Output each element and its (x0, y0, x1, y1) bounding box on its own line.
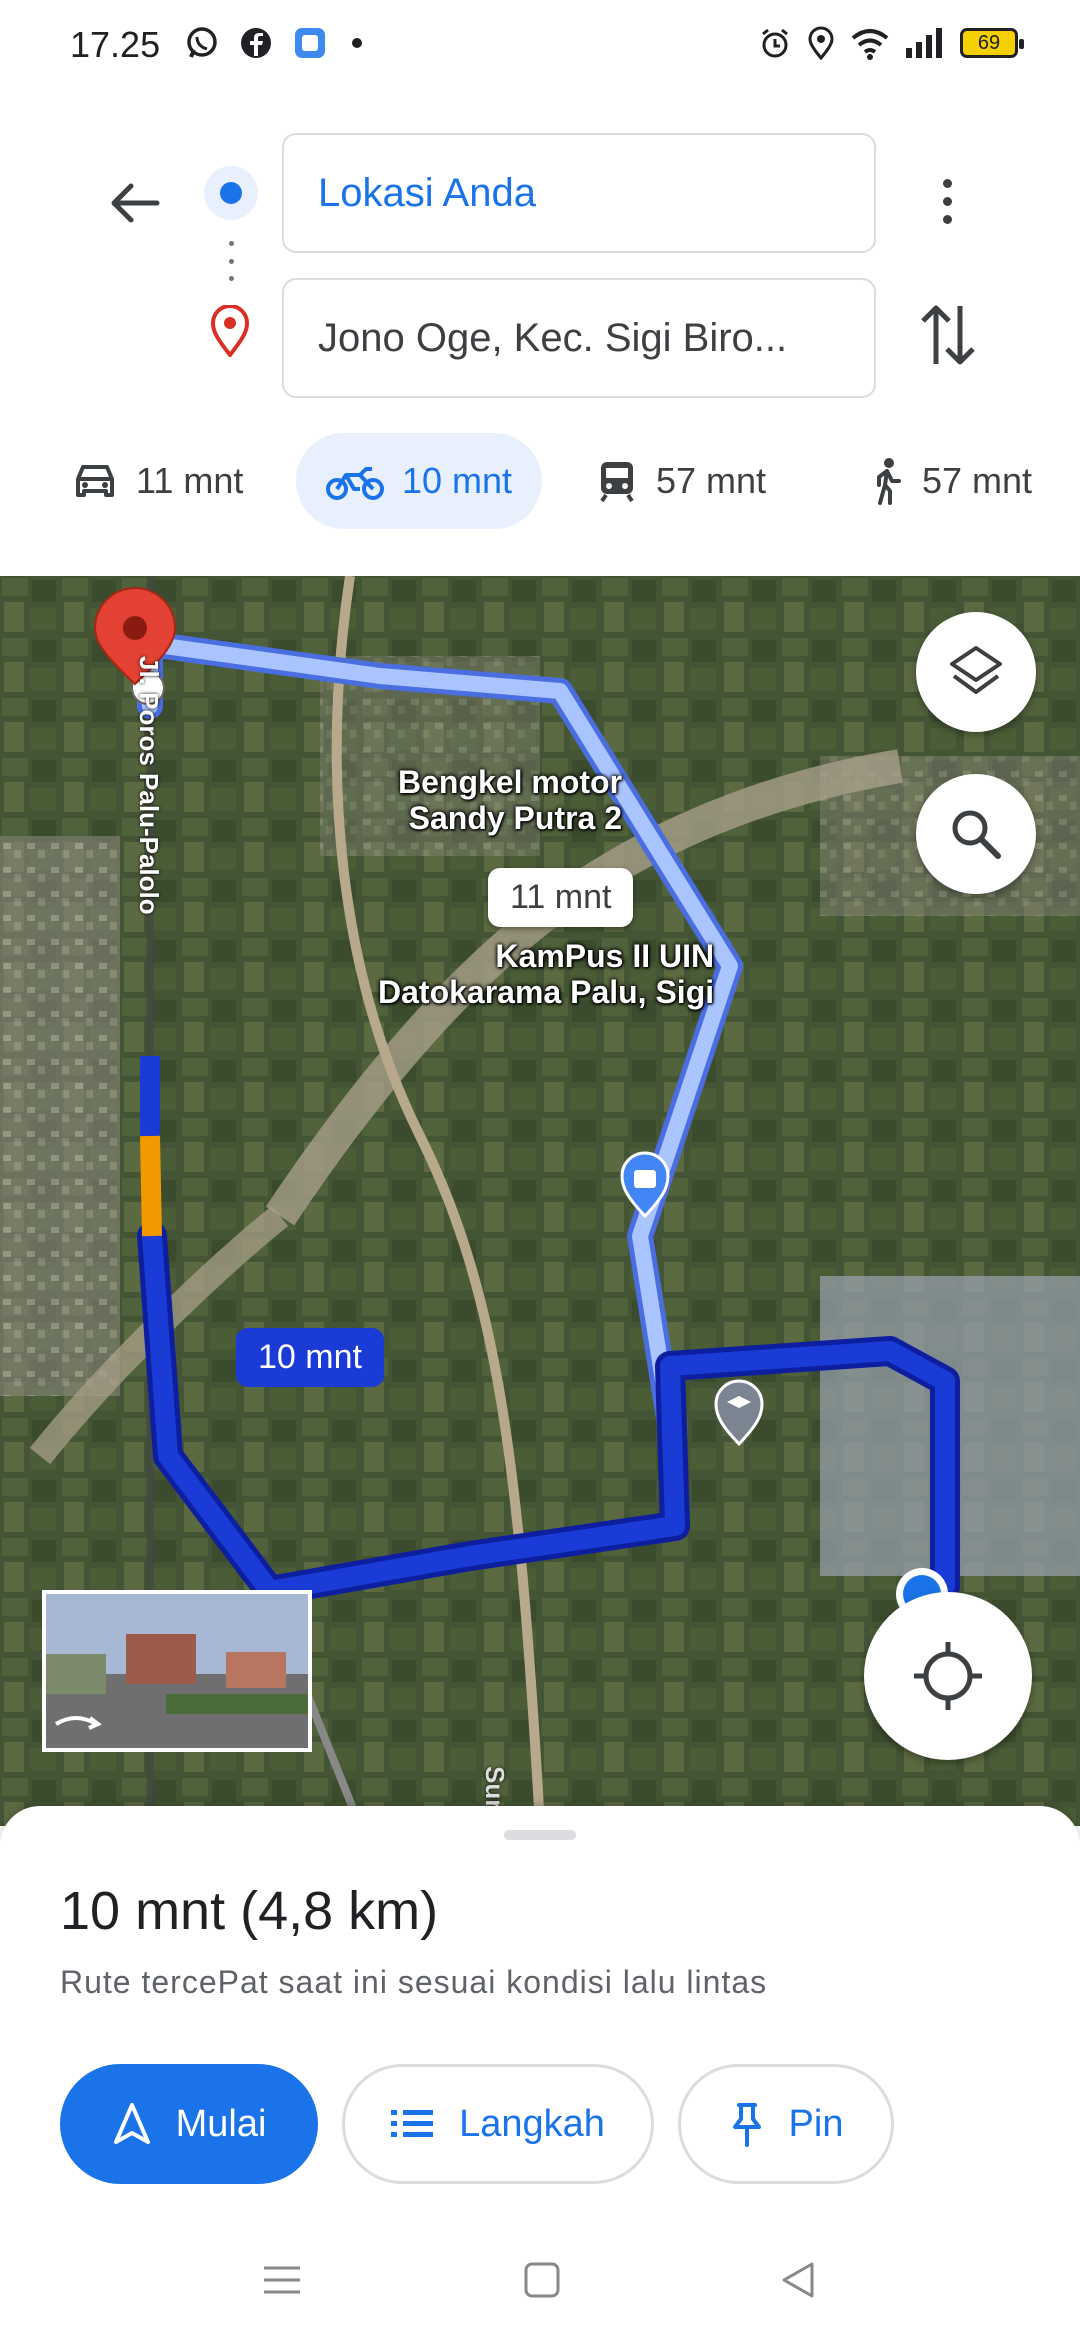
alternative-route-label[interactable]: 11 mnt (488, 868, 634, 927)
navigation-arrow-icon (113, 2103, 150, 2144)
whatsapp-icon (187, 27, 217, 58)
nav-menu-button[interactable] (262, 2260, 302, 2305)
destination-pin-icon (208, 304, 252, 362)
start-button[interactable]: Mulai (60, 2064, 318, 2184)
notification-icons (185, 26, 367, 60)
search-icon (952, 810, 1001, 859)
road-label: Jl. Poros Palu-Palolo (134, 656, 164, 915)
battery-icon: 69 (960, 28, 1024, 58)
origin-dot-icon (204, 166, 258, 220)
signal-icon (906, 28, 942, 58)
back-triangle-icon (782, 2262, 814, 2298)
layers-icon (950, 646, 1002, 694)
mode-walk-tab[interactable]: 57 mnt (846, 433, 1054, 529)
poi-kampus-uin[interactable]: KamPus II UIN Datokarama Palu, Sigi (378, 938, 714, 1010)
menu-icon (264, 2266, 300, 2294)
arrow-back-icon (111, 183, 160, 223)
layers-button[interactable] (916, 612, 1036, 732)
battery-level: 69 (977, 31, 1001, 54)
mode-motorcycle-tab[interactable]: 10 mnt (296, 433, 543, 529)
search-along-route-button[interactable] (916, 774, 1036, 894)
facebook-icon (241, 28, 271, 58)
swap-vertical-icon (921, 305, 975, 365)
origin-field[interactable]: Lokasi Anda (282, 133, 876, 253)
street-view-thumbnail[interactable] (42, 1590, 312, 1752)
map-view[interactable]: Jl. Poros Palu-Palolo Sura 11 mnt 10 mnt… (0, 576, 1080, 1826)
pin-label: Pin (788, 2102, 844, 2145)
status-bar: 17.25 69 (0, 0, 1080, 95)
travel-mode-tabs: 11 mnt 10 mnt 57 mnt 57 mnt (0, 433, 1080, 541)
destination-field[interactable]: Jono Oge, Kec. Sigi Biro... (282, 278, 876, 398)
home-square-icon (524, 2262, 560, 2298)
location-icon (808, 26, 834, 60)
start-label: Mulai (175, 2102, 267, 2145)
crosshair-icon (914, 1642, 982, 1710)
mode-car-time: 11 mnt (136, 460, 244, 501)
walking-icon (877, 458, 901, 505)
mode-car-tab[interactable]: 11 mnt (50, 433, 265, 529)
nav-back-button[interactable] (778, 2260, 818, 2305)
motorcycle-icon (326, 467, 384, 500)
sheet-drag-handle[interactable] (504, 1830, 576, 1840)
car-icon (76, 465, 114, 497)
notification-dot-icon (352, 38, 362, 48)
app-icon (295, 28, 325, 58)
route-summary-sheet: 10 mnt (4,8 km) Rute tercePat saat ini s… (0, 1806, 1080, 2340)
my-location-button[interactable] (864, 1592, 1032, 1760)
list-icon (391, 2110, 434, 2137)
route-dots-icon (228, 241, 234, 281)
poi-kampus-line1: KamPus II UIN (495, 938, 715, 974)
poi-bengkel-line2: Sandy Putra 2 (408, 800, 623, 836)
directions-header: Lokasi Anda Jono Oge, Kec. Sigi Biro... … (0, 95, 1080, 575)
poi-kampus-line2: Datokarama Palu, Sigi (378, 974, 715, 1010)
mode-walk-time: 57 mnt (922, 460, 1033, 501)
steps-button[interactable]: Langkah (342, 2064, 654, 2184)
pin-button[interactable]: Pin (678, 2064, 894, 2184)
system-nav-bar (0, 2230, 1080, 2340)
main-route-label[interactable]: 10 mnt (236, 1328, 384, 1387)
poi-bengkel-line1: Bengkel motor (398, 764, 623, 800)
pin-icon (732, 2103, 761, 2147)
mode-motorcycle-time: 10 mnt (402, 460, 513, 501)
mode-transit-tab[interactable]: 57 mnt (574, 433, 788, 529)
system-icons: 69 (758, 26, 1024, 60)
train-icon (600, 462, 634, 503)
route-summary: 10 mnt (4,8 km) (60, 1881, 439, 1941)
back-button[interactable] (96, 165, 172, 241)
wifi-icon (851, 29, 889, 60)
more-options-button[interactable] (917, 159, 977, 243)
mode-transit-time: 57 mnt (656, 460, 767, 501)
nav-home-button[interactable] (522, 2260, 562, 2305)
poi-bengkel-motor[interactable]: Bengkel motor Sandy Putra 2 (398, 764, 622, 836)
swap-button[interactable] (910, 295, 986, 375)
alarm-icon (762, 28, 788, 58)
route-description: Rute tercePat saat ini sesuai kondisi la… (60, 1964, 768, 2000)
steps-label: Langkah (459, 2102, 605, 2145)
status-time: 17.25 (70, 24, 161, 65)
